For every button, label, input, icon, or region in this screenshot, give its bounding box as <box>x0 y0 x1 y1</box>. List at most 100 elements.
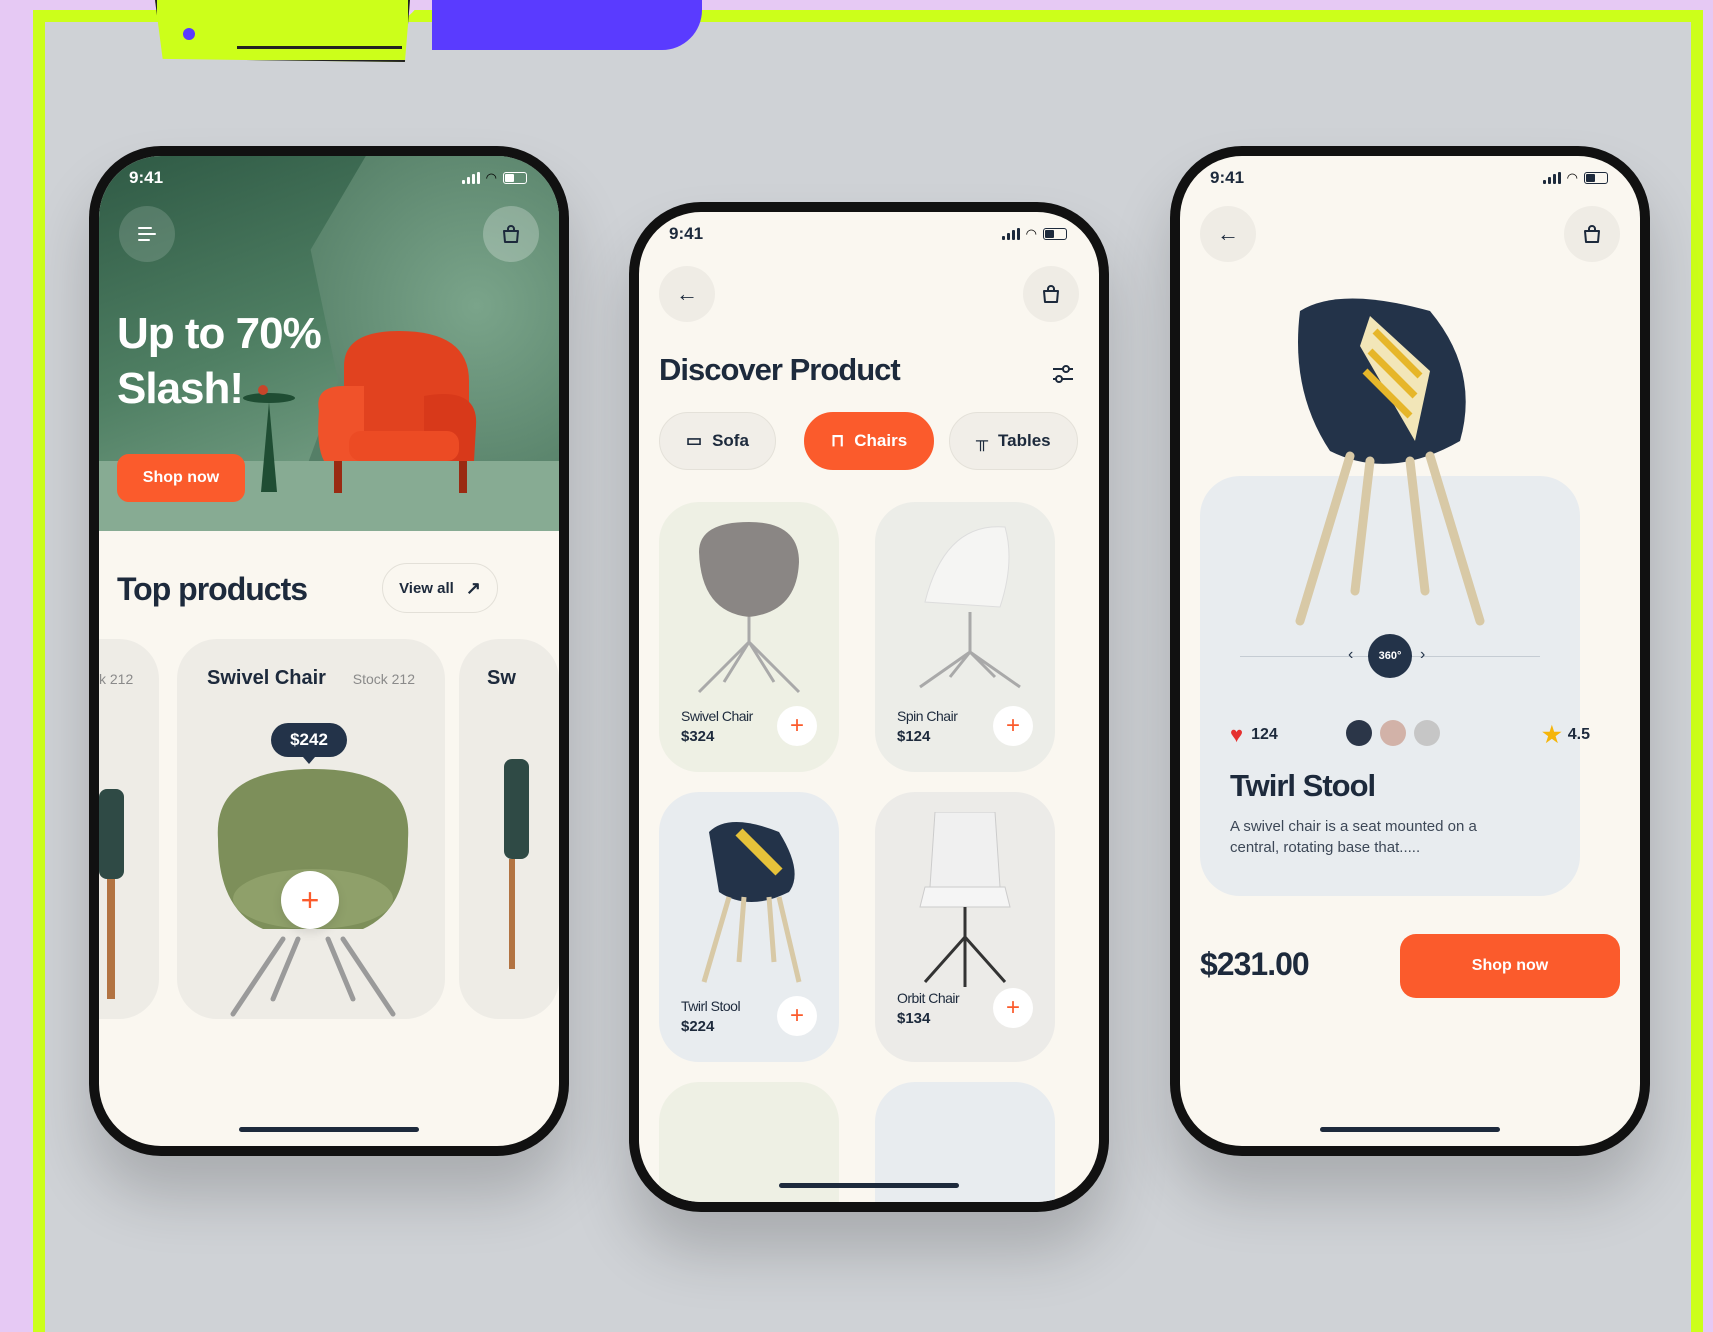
discover-screen: 9:41 ◠ ← Discover Product ▭ Sofa ⊓ Chairs … <box>639 212 1099 1202</box>
swatch-pink[interactable] <box>1380 720 1406 746</box>
product-name: Spin Chair <box>897 708 958 724</box>
product-price: $224 <box>681 1018 715 1035</box>
shop-now-button[interactable]: Shop now <box>1400 934 1620 998</box>
status-time: 9:41 <box>1210 168 1245 187</box>
add-button[interactable]: + <box>777 996 817 1036</box>
product-card-next[interactable]: Sw <box>459 639 559 1019</box>
product-card[interactable]: Spin Chair $124 + <box>875 502 1055 772</box>
armchair-image <box>318 331 477 493</box>
product-price: $134 <box>897 1010 931 1027</box>
back-button[interactable]: ← <box>1200 206 1256 262</box>
status-time: 9:41 <box>669 224 704 243</box>
phone-discover: 9:41 ◠ ← Discover Product ▭ Sofa ⊓ Chairs … <box>629 202 1109 1212</box>
wifi-icon: ◠ <box>1025 226 1037 241</box>
product-card[interactable]: Swivel Chair $324 + <box>659 502 839 772</box>
signal-icon <box>461 172 480 184</box>
product-name: Orbit Chair <box>897 990 960 1006</box>
cart-button[interactable] <box>1023 266 1079 322</box>
arrow-up-right-icon: ↗ <box>465 577 481 598</box>
signal-icon <box>1542 172 1561 184</box>
plus-icon: + <box>1005 712 1020 739</box>
product-card[interactable]: Twirl Stool $224 + <box>659 792 839 1062</box>
plus-icon: + <box>1005 994 1020 1021</box>
prev-card-stock: k 212 <box>99 671 134 687</box>
chair-image <box>919 812 1011 987</box>
phone-detail: 9:41 ◠ ← ‹ 360° › ♥ 124 ★ 4.5 Twirl Stool … <box>1170 146 1650 1156</box>
battery-icon <box>503 172 527 184</box>
product-description: A swivel chair is a seat mounted on a ce… <box>1230 818 1477 856</box>
wifi-icon: ◠ <box>485 170 497 185</box>
product-stock: Stock 212 <box>352 671 415 687</box>
add-button[interactable]: + <box>993 988 1033 1028</box>
product-price: $231.00 <box>1200 946 1310 982</box>
armchair-icon: ⊓ <box>831 431 845 450</box>
view-all-label: View all <box>399 579 454 597</box>
chip-label: Tables <box>998 431 1051 450</box>
chair-image <box>697 522 801 694</box>
back-button[interactable]: ← <box>659 266 715 322</box>
status-time: 9:41 <box>129 168 164 187</box>
rating: ★ 4.5 <box>1542 722 1590 748</box>
shop-now-button[interactable]: Shop now <box>117 454 245 502</box>
product-card[interactable]: Orbit Chair $134 + <box>875 792 1055 1062</box>
chip-label: Chairs <box>854 431 908 450</box>
bag-icon <box>1584 225 1600 243</box>
cart-button[interactable] <box>483 206 539 262</box>
star-icon: ★ <box>1542 722 1562 747</box>
product-card-prev[interactable]: k 212 <box>99 639 159 1019</box>
chip-sofa[interactable]: ▭ Sofa <box>659 412 776 470</box>
rating-value: 4.5 <box>1567 726 1590 743</box>
hero-line-1: Up to 70% <box>117 309 322 358</box>
likes[interactable]: ♥ 124 <box>1230 722 1278 748</box>
chip-label: Sofa <box>712 431 749 450</box>
page-title: Discover Product <box>659 352 901 387</box>
product-name: Twirl Stool <box>681 998 741 1014</box>
home-screen: 9:41 ◠ Up to 70% Slash! Shop now Top pro… <box>99 156 559 1146</box>
chair-image <box>701 822 802 983</box>
plus-icon: + <box>789 1002 804 1029</box>
battery-icon <box>1043 228 1067 240</box>
swatch-grey[interactable] <box>1414 720 1440 746</box>
product-price: $124 <box>897 728 931 745</box>
plus-icon: + <box>789 712 804 739</box>
product-card[interactable]: Swivel Chair Stock 212 $242 + <box>177 639 445 1019</box>
bag-icon <box>1043 285 1059 303</box>
sofa-icon: ▭ <box>686 431 703 450</box>
status-bar: 9:41 ◠ <box>1180 156 1640 200</box>
chip-tables[interactable]: ╥ Tables <box>949 412 1078 470</box>
rotate-360-button[interactable]: 360° <box>1368 634 1412 678</box>
price-tag: $242 <box>271 723 347 764</box>
chair-image <box>919 526 1021 689</box>
plus-icon: + <box>300 881 320 918</box>
table-icon: ╥ <box>976 431 989 450</box>
home-indicator <box>1320 1127 1500 1132</box>
filter-icon[interactable] <box>1049 360 1077 388</box>
arrow-right-icon: › <box>1420 646 1426 663</box>
status-bar: 9:41 ◠ <box>639 212 1099 256</box>
arrow-left-icon: ← <box>676 281 698 306</box>
arrow-left-icon: ‹ <box>1348 646 1354 663</box>
phone-home: 9:41 ◠ Up to 70% Slash! Shop now Top pro… <box>89 146 569 1156</box>
product-title: Twirl Stool <box>1230 768 1376 803</box>
add-button[interactable]: + <box>777 706 817 746</box>
view-all-button[interactable]: View all ↗ <box>382 563 498 613</box>
battery-icon <box>1584 172 1608 184</box>
menu-icon <box>138 227 156 241</box>
add-to-cart-button[interactable]: + <box>281 871 339 929</box>
bag-icon <box>503 225 519 243</box>
section-title: Top products <box>117 571 308 607</box>
home-indicator <box>779 1183 959 1188</box>
cart-button[interactable] <box>1564 206 1620 262</box>
twirl-stool-image <box>1295 298 1485 626</box>
arrow-left-icon: ← <box>1217 221 1239 246</box>
chair-image <box>504 759 529 969</box>
chip-chairs[interactable]: ⊓ Chairs <box>804 412 935 470</box>
home-indicator <box>239 1127 419 1132</box>
decor-yellow-card <box>155 0 410 62</box>
add-button[interactable]: + <box>993 706 1033 746</box>
menu-button[interactable] <box>119 206 175 262</box>
color-swatches <box>1346 720 1440 746</box>
detail-screen: 9:41 ◠ ← ‹ 360° › ♥ 124 ★ 4.5 Twirl Stool … <box>1180 156 1640 1146</box>
status-bar: 9:41 ◠ <box>99 156 559 200</box>
swatch-navy[interactable] <box>1346 720 1372 746</box>
